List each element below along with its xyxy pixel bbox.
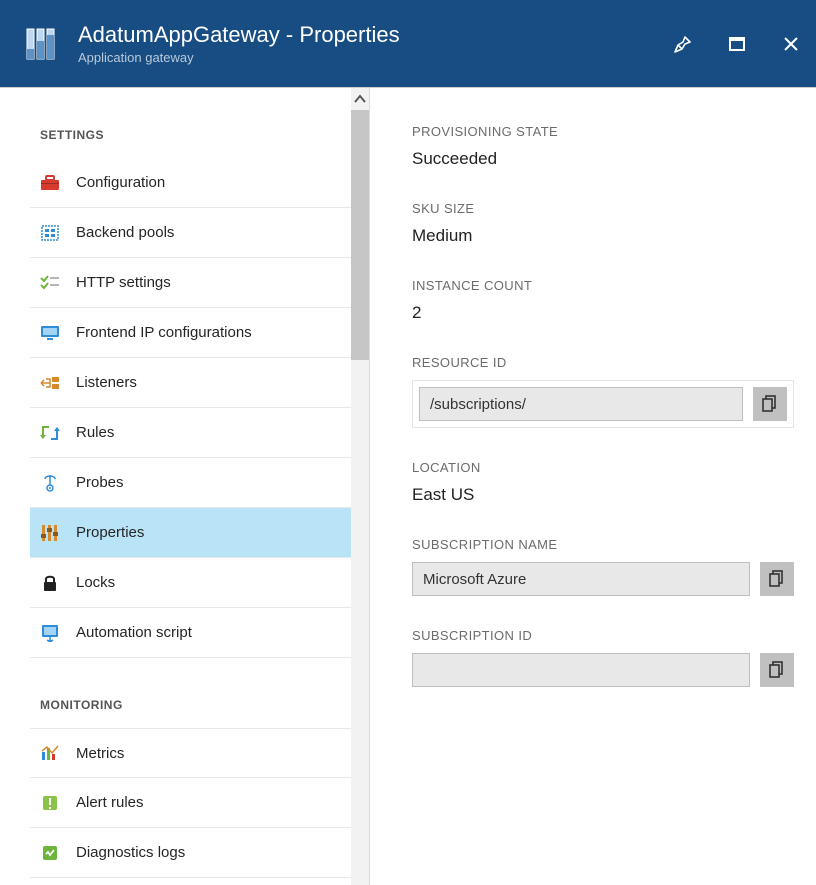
scrollbar-thumb[interactable]: [351, 110, 369, 360]
blade-header: AdatumAppGateway - Properties Applicatio…: [0, 0, 816, 87]
copy-icon: [762, 395, 778, 413]
sidebar-item-backend-pools[interactable]: Backend pools: [30, 208, 369, 258]
appgateway-icon: [22, 24, 62, 64]
sidebar-item-http-settings[interactable]: HTTP settings: [30, 258, 369, 308]
provisioning-state-label: PROVISIONING STATE: [412, 124, 794, 139]
sidebar-item-metrics[interactable]: Metrics: [30, 728, 369, 778]
copy-button[interactable]: [760, 653, 794, 687]
copy-icon: [769, 661, 785, 679]
sidebar-item-probes[interactable]: Probes: [30, 458, 369, 508]
sidebar-item-label: Alert rules: [76, 794, 144, 811]
sidebar-item-properties[interactable]: Properties: [30, 508, 369, 558]
monitor-icon: [40, 323, 60, 343]
sidebar-item-frontend-ip[interactable]: Frontend IP configurations: [30, 308, 369, 358]
resource-id-label: RESOURCE ID: [412, 355, 794, 370]
copy-button[interactable]: [753, 387, 787, 421]
sidebar-item-label: Locks: [76, 574, 115, 591]
instance-count-label: INSTANCE COUNT: [412, 278, 794, 293]
sidebar-item-label: Backend pools: [76, 224, 174, 241]
metrics-icon: [40, 743, 60, 763]
sidebar-item-listeners[interactable]: Listeners: [30, 358, 369, 408]
sidebar-item-label: Frontend IP configurations: [76, 324, 252, 341]
sidebar-item-label: Automation script: [76, 624, 192, 641]
diagnostics-icon: [40, 843, 60, 863]
copy-button[interactable]: [760, 562, 794, 596]
sidebar-item-label: Metrics: [76, 745, 124, 762]
sidebar-item-label: Listeners: [76, 374, 137, 391]
scroll-up-icon[interactable]: [351, 88, 369, 110]
alert-icon: [40, 793, 60, 813]
toolbox-icon: [40, 173, 60, 193]
section-header-monitoring: MONITORING: [30, 658, 369, 728]
section-header-settings: SETTINGS: [30, 88, 369, 158]
provisioning-state-value: Succeeded: [412, 149, 794, 169]
sidebar-item-automation-script[interactable]: Automation script: [30, 608, 369, 658]
checklist-icon: [40, 273, 60, 293]
sidebar-item-label: Diagnostics logs: [76, 844, 185, 861]
subscription-id-field[interactable]: [412, 653, 750, 687]
probes-icon: [40, 473, 60, 493]
blade-subtitle: Application gateway: [78, 50, 674, 65]
location-label: LOCATION: [412, 460, 794, 475]
lock-icon: [40, 573, 60, 593]
sidebar-item-rules[interactable]: Rules: [30, 408, 369, 458]
sidebar-item-label: Configuration: [76, 174, 165, 191]
sidebar-item-alert-rules[interactable]: Alert rules: [30, 778, 369, 828]
blade-controls: [674, 35, 800, 53]
properties-pane: PROVISIONING STATE Succeeded SKU SIZE Me…: [370, 88, 816, 885]
sidebar-item-label: Probes: [76, 474, 124, 491]
sidebar-item-locks[interactable]: Locks: [30, 558, 369, 608]
listeners-icon: [40, 373, 60, 393]
copy-icon: [769, 570, 785, 588]
sidebar-scrollbar[interactable]: [351, 88, 369, 885]
pin-icon[interactable]: [674, 35, 692, 53]
blade-title: AdatumAppGateway - Properties: [78, 22, 674, 48]
maximize-icon[interactable]: [728, 35, 746, 53]
properties-icon: [40, 523, 60, 543]
sidebar-item-diagnostics-logs[interactable]: Diagnostics logs: [30, 828, 369, 878]
subscription-name-field[interactable]: Microsoft Azure: [412, 562, 750, 596]
sidebar: SETTINGS Configuration Backend pools HTT…: [0, 88, 370, 885]
location-value: East US: [412, 485, 794, 505]
sidebar-item-configuration[interactable]: Configuration: [30, 158, 369, 208]
instance-count-value: 2: [412, 303, 794, 323]
sku-size-value: Medium: [412, 226, 794, 246]
subscription-id-label: SUBSCRIPTION ID: [412, 628, 794, 643]
sidebar-item-label: Rules: [76, 424, 114, 441]
pool-icon: [40, 223, 60, 243]
sidebar-item-label: Properties: [76, 524, 144, 541]
close-icon[interactable]: [782, 35, 800, 53]
resource-id-field[interactable]: /subscriptions/: [419, 387, 743, 421]
sku-size-label: SKU SIZE: [412, 201, 794, 216]
rules-icon: [40, 423, 60, 443]
sidebar-item-label: HTTP settings: [76, 274, 171, 291]
script-icon: [40, 623, 60, 643]
subscription-name-label: SUBSCRIPTION NAME: [412, 537, 794, 552]
